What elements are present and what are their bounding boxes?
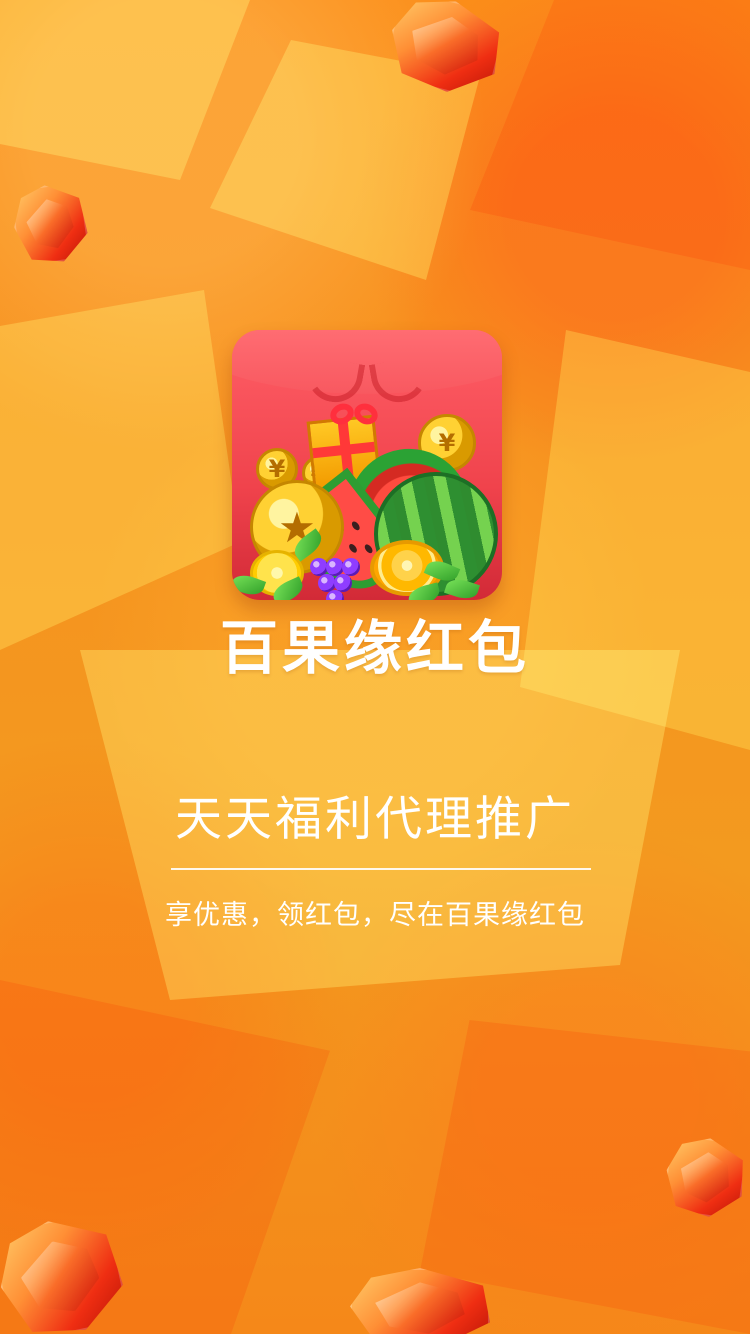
app-title: 百果缘红包 [219,614,530,682]
decorative-gem-icon [9,180,91,267]
gift-bow-icon [330,404,378,430]
fruit-red-envelope-icon [232,330,502,600]
background-facet [0,0,250,180]
headline-divider [171,868,591,870]
promotion-headline: 天天福利代理推广 [175,792,575,847]
envelope-ornament-icon [302,355,366,407]
promotion-subtitle: 享优惠，领红包，尽在百果缘红包 [165,900,585,931]
background-facet [470,0,750,270]
background-facet [0,290,240,650]
envelope-ornament-icon [368,355,432,407]
